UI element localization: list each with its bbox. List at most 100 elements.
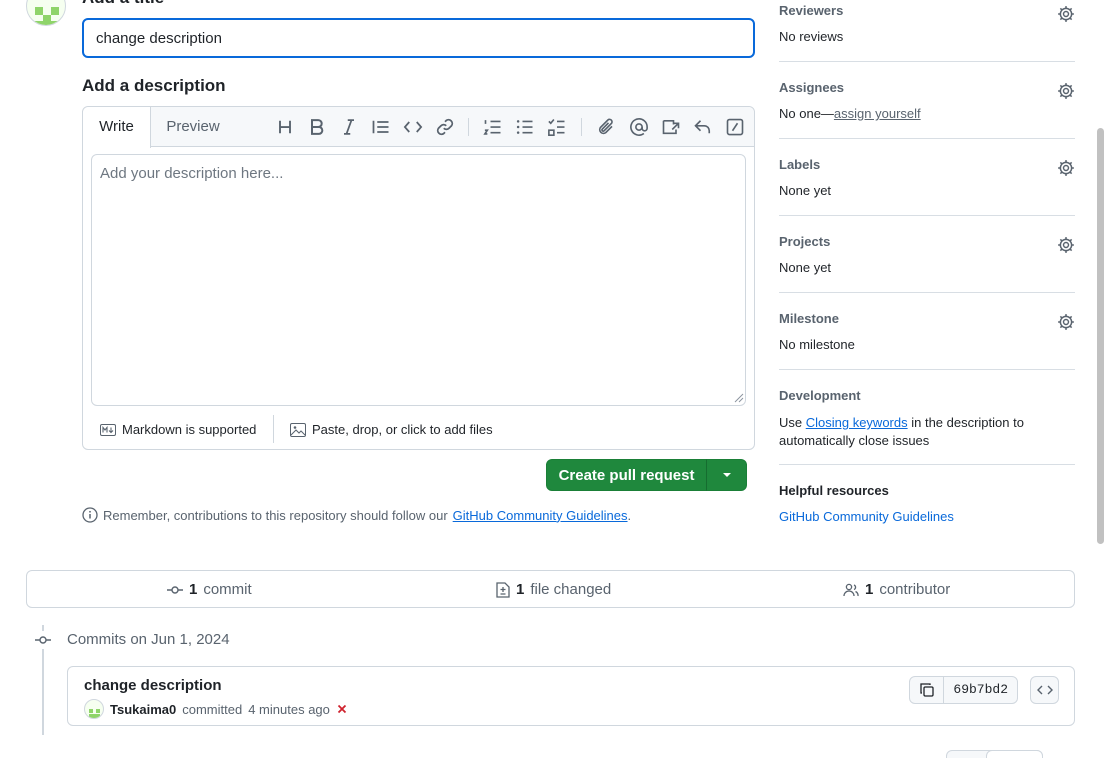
tab-write[interactable]: Write xyxy=(83,107,151,148)
reminder-end: . xyxy=(627,507,632,523)
assignees-value: No one—assign yourself xyxy=(779,106,921,121)
projects-gear-icon[interactable] xyxy=(1057,236,1075,254)
scrollbar[interactable] xyxy=(1097,128,1104,544)
community-guidelines-link[interactable]: GitHub Community Guidelines xyxy=(453,508,628,523)
helpful-guidelines-link[interactable]: GitHub Community Guidelines xyxy=(779,509,954,524)
commit-sha-group: 69b7bd2 xyxy=(909,676,1018,704)
contributors-label: contributor xyxy=(879,581,951,598)
labels-title: Labels xyxy=(779,157,821,172)
files-stat[interactable]: 1 file changed xyxy=(496,581,611,598)
commit-title[interactable]: change description xyxy=(84,677,222,694)
commits-stat[interactable]: 1 commit xyxy=(167,581,252,598)
resize-grip-icon[interactable] xyxy=(734,393,744,403)
milestone-title: Milestone xyxy=(779,311,839,326)
timeline-commit-icon xyxy=(34,631,52,649)
commits-date-heading: Commits on Jun 1, 2024 xyxy=(67,631,230,648)
italic-icon[interactable] xyxy=(339,117,359,137)
quote-icon[interactable] xyxy=(371,117,391,137)
copy-sha-button[interactable] xyxy=(910,677,945,703)
pr-stats-bar: 1 commit 1 file changed 1 contributor xyxy=(26,570,1075,608)
slash-commands-icon[interactable] xyxy=(725,117,745,137)
helpful-resources-section: Helpful resources GitHub Community Guide… xyxy=(779,483,1075,528)
editor-footer: Markdown is supported Paste, drop, or cl… xyxy=(83,411,754,449)
user-avatar xyxy=(26,0,66,26)
x-status-icon[interactable] xyxy=(336,703,348,715)
labels-value: None yet xyxy=(779,183,832,198)
markdown-note: Markdown is supported xyxy=(122,422,257,437)
tab-preview[interactable]: Preview xyxy=(163,107,223,147)
commit-author[interactable]: Tsukaima0 xyxy=(110,702,176,717)
title-input[interactable] xyxy=(82,18,755,58)
commit-sha[interactable]: 69b7bd2 xyxy=(944,677,1017,703)
contributors-stat[interactable]: 1 contributor xyxy=(843,581,950,598)
reply-icon[interactable] xyxy=(693,117,713,137)
author-avatar[interactable] xyxy=(84,699,104,719)
heading-icon[interactable] xyxy=(275,117,295,137)
copy-icon xyxy=(920,683,934,697)
reviewers-value: No reviews xyxy=(779,29,844,44)
milestone-section: Milestone No milestone xyxy=(779,311,1075,370)
files-label: file changed xyxy=(530,581,612,598)
bold-icon[interactable] xyxy=(307,117,327,137)
commits-label: commit xyxy=(203,581,252,598)
reviewers-gear-icon[interactable] xyxy=(1057,5,1075,23)
markdown-icon xyxy=(100,423,116,436)
numbered-list-icon[interactable] xyxy=(483,117,503,137)
reviewers-section: Reviewers No reviews xyxy=(779,3,1075,62)
labels-section: Labels None yet xyxy=(779,157,1075,216)
create-options-dropdown[interactable] xyxy=(706,459,747,491)
helpful-resources-title: Helpful resources xyxy=(779,483,889,498)
commit-item: change description Tsukaima0 committed 4… xyxy=(67,666,1075,726)
projects-title: Projects xyxy=(779,234,831,249)
milestone-gear-icon[interactable] xyxy=(1057,313,1075,331)
attach-icon[interactable] xyxy=(597,117,617,137)
editor-header: Write Preview xyxy=(83,107,754,148)
people-icon xyxy=(843,583,859,596)
development-text: Use Closing keywords in the description … xyxy=(779,414,1075,450)
assignees-gear-icon[interactable] xyxy=(1057,82,1075,100)
assign-yourself-link[interactable]: assign yourself xyxy=(834,106,921,121)
add-files[interactable]: Paste, drop, or click to add files xyxy=(290,422,493,437)
reviewers-title: Reviewers xyxy=(779,3,844,18)
labels-gear-icon[interactable] xyxy=(1057,159,1075,177)
view-toggle-active[interactable] xyxy=(986,750,1043,758)
task-list-icon[interactable] xyxy=(547,117,567,137)
title-heading: Add a title xyxy=(82,0,164,8)
info-icon xyxy=(82,507,98,523)
mention-icon[interactable] xyxy=(629,117,649,137)
contributors-count: 1 xyxy=(865,581,874,598)
projects-section: Projects None yet xyxy=(779,234,1075,293)
development-section: Development Use Closing keywords in the … xyxy=(779,388,1075,465)
assignees-title: Assignees xyxy=(779,80,845,95)
file-diff-icon xyxy=(496,581,510,598)
development-text-line2: automatically close issues xyxy=(779,433,930,448)
commits-count: 1 xyxy=(189,581,198,598)
create-pull-request-button[interactable]: Create pull request xyxy=(546,459,707,491)
git-commit-icon xyxy=(167,585,183,594)
cross-reference-icon[interactable] xyxy=(661,117,681,137)
reminder-text: Remember, contributions to this reposito… xyxy=(103,507,448,523)
assignees-section: Assignees No one—assign yourself xyxy=(779,80,1075,139)
attach-note: Paste, drop, or click to add files xyxy=(312,422,493,437)
triangle-down-icon xyxy=(722,473,731,477)
milestone-value: No milestone xyxy=(779,337,855,352)
description-textarea[interactable] xyxy=(91,154,746,406)
unordered-list-icon[interactable] xyxy=(515,117,535,137)
description-heading: Add a description xyxy=(82,76,226,95)
code-browse-icon xyxy=(1036,685,1053,695)
commit-time: 4 minutes ago xyxy=(248,701,330,717)
development-title: Development xyxy=(779,388,861,403)
description-editor: Write Preview Markdown is supported Past… xyxy=(82,106,755,450)
code-icon[interactable] xyxy=(403,117,423,137)
browse-code-button[interactable] xyxy=(1030,676,1059,704)
closing-keywords-link[interactable]: Closing keywords xyxy=(806,415,908,430)
markdown-supported[interactable]: Markdown is supported xyxy=(100,422,256,437)
commit-action: committed xyxy=(182,701,243,717)
files-count: 1 xyxy=(516,581,525,598)
projects-value: None yet xyxy=(779,260,832,275)
commit-meta: Tsukaima0 committed 4 minutes ago xyxy=(84,699,348,719)
assignees-prefix: No one— xyxy=(779,106,834,121)
image-icon xyxy=(290,422,306,437)
link-icon[interactable] xyxy=(435,117,455,137)
development-text-before: Use xyxy=(779,415,806,430)
